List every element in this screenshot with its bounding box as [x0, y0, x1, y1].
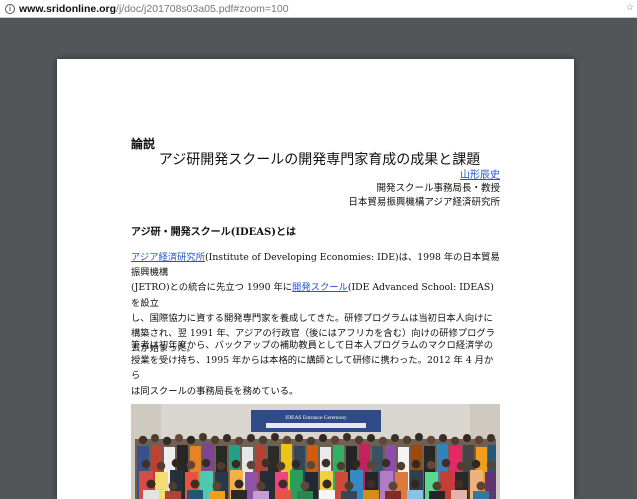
bookmark-star-icon[interactable]: ☆ [626, 2, 634, 13]
ide-link[interactable]: アジア経済研究所 [131, 252, 205, 263]
photo-banner-text: IDEAS Entrance Ceremony [285, 415, 347, 421]
paragraph-line: は同スクールの事務局長を務めている。 [131, 385, 299, 397]
ideas-link[interactable]: 開発スクール [292, 282, 348, 293]
paragraph-text: (JETRO)との統合に先立つ 1990 年に [131, 282, 293, 294]
paragraph-line: (JETRO)との統合に先立つ 1990 年に開発スクール(IDE Advanc… [131, 280, 501, 310]
url-path: /j/doc/j201708s03a05.pdf#zoom=100 [116, 2, 289, 15]
author-affiliation-role: 開発スクール事務局長・教授 [376, 183, 500, 194]
paragraph-line: し、国際協力に資する開発専門家を養成してきた。研修プログラムは当初日本人向けに [131, 312, 493, 324]
group-photo: IDEAS Entrance Ceremony [131, 404, 500, 499]
info-icon[interactable]: i [5, 3, 15, 14]
address-bar[interactable]: i www.sridonline.org/j/doc/j201708s03a05… [0, 0, 637, 18]
pdf-page: 論説 アジ研開発スクールの開発専門家育成の成果と課題 山形辰史 開発スクール事務… [57, 59, 574, 499]
paragraph-line: 筆者は初年度から、バックアップの補助教員として日本人プログラムのマクロ経済学の [131, 340, 494, 351]
section-heading: アジ研・開発スクール(IDEAS)とは [131, 227, 297, 238]
paragraph-line: アジア経済研究所(Institute of Developing Economi… [131, 250, 501, 280]
url-host: www.sridonline.org [19, 2, 117, 15]
author-affiliation-org: 日本貿易振興機構アジア経済研究所 [348, 197, 500, 208]
paragraph-line: 授業を受け持ち、1995 年からは本格的に講師として研修に携わった。2012 年… [131, 355, 494, 382]
author-link[interactable]: 山形辰史 [460, 166, 500, 181]
pdf-viewer[interactable]: 論説 アジ研開発スクールの開発専門家育成の成果と課題 山形辰史 開発スクール事務… [0, 18, 637, 499]
group-photo-image: IDEAS Entrance Ceremony [131, 404, 500, 499]
paragraph-author-background: 筆者は初年度から、バックアップの補助教員として日本人プログラムのマクロ経済学の … [131, 338, 501, 399]
